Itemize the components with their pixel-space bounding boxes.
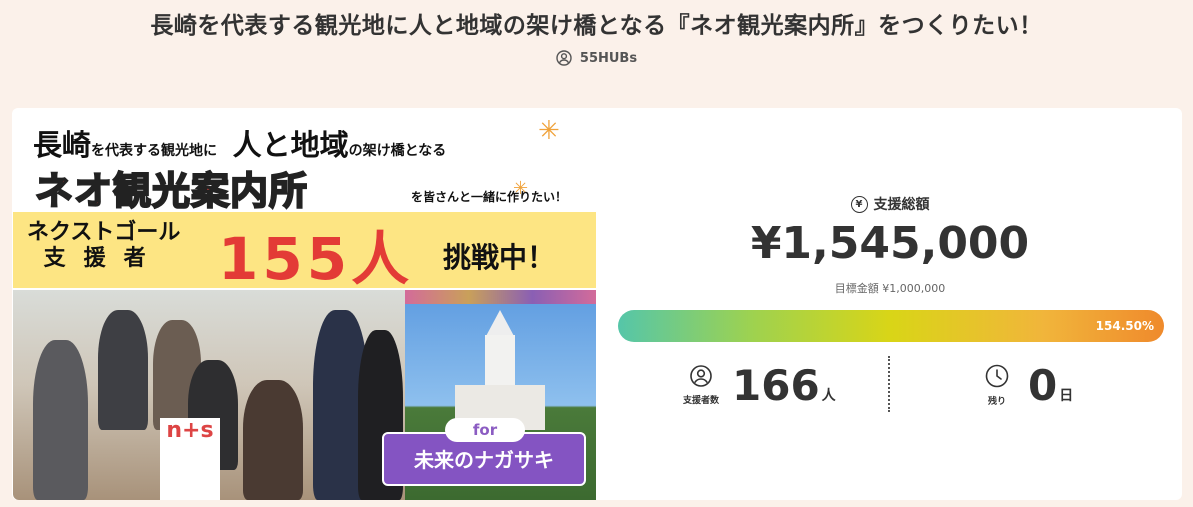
sparkle-icon: ✳ <box>538 116 560 146</box>
remaining-count: 0 <box>1028 360 1058 410</box>
supporters-stat: 支援者数 166 人 <box>676 358 836 412</box>
banner-ns-logo: n+s <box>160 418 220 500</box>
banner-neo-subtitle: を皆さんと一緒に作りたい！ <box>411 190 568 204</box>
stats-divider <box>888 356 890 412</box>
funding-progress-bar: 154.50% <box>618 310 1164 342</box>
total-amount: ¥1,545,000 <box>750 218 1030 269</box>
progress-percent: 154.50% <box>1095 319 1154 333</box>
supporters-unit: 人 <box>821 388 836 404</box>
banner-challenge: 挑戦中！ <box>443 241 556 274</box>
yen-icon: ¥ <box>850 195 868 213</box>
user-icon <box>556 50 572 66</box>
banner-count: 155人 <box>218 225 414 293</box>
sparkle-icon: ✳ <box>513 178 529 199</box>
supporters-caption: 支援者数 <box>682 395 719 406</box>
supporters-count: 166 <box>732 360 820 410</box>
user-icon <box>690 364 712 391</box>
banner-headline: 長崎を代表する観光地に 人と地域の架け橋となる <box>33 128 447 162</box>
clock-icon <box>985 364 1009 392</box>
project-title: 長崎を代表する観光地に人と地域の架け橋となる『ネオ観光案内所』をつくりたい！ <box>150 13 1043 39</box>
remaining-stat: 残り 0 日 <box>972 358 1073 412</box>
goal-amount: 目標金額 ¥1,000,000 <box>834 282 946 295</box>
remaining-caption: 残り <box>987 396 1006 407</box>
banner-neo-title: ネオ観光案内所 <box>34 168 309 214</box>
total-label: ¥ 支援総額 <box>620 194 1160 214</box>
owner-link[interactable]: 55HUBs <box>0 50 1193 66</box>
banner-for-label: for <box>445 418 525 442</box>
owner-name: 55HUBs <box>579 50 638 66</box>
banner-next-goal: ネクストゴール 支援者 <box>27 220 181 271</box>
remaining-unit: 日 <box>1059 388 1074 404</box>
